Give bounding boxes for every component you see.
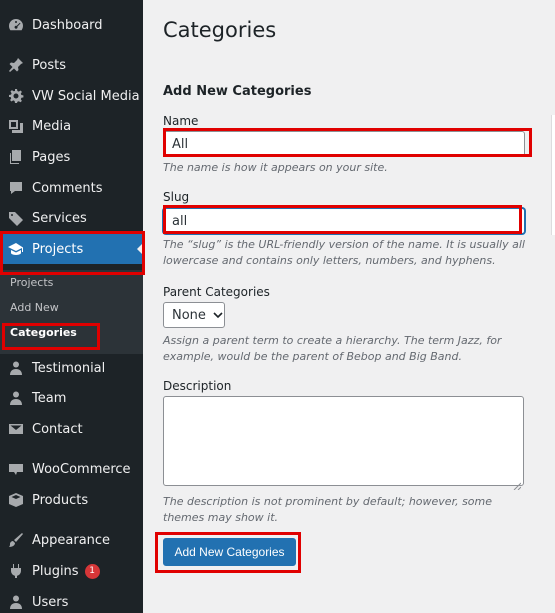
name-input[interactable] (163, 131, 525, 157)
sidebar-item-vw-social-media[interactable]: VW Social Media (0, 81, 143, 111)
description-label: Description (163, 379, 232, 393)
sidebar-item-label: Comments (32, 180, 103, 196)
form-title: Add New Categories (163, 84, 312, 99)
woo-icon (7, 460, 25, 478)
main-content: Categories Add New Categories Name The n… (143, 0, 555, 613)
tag-icon (7, 209, 25, 227)
plugins-update-badge: 1 (84, 563, 100, 579)
description-help-text: The description is not prominent by defa… (163, 495, 493, 524)
resize-grip-icon[interactable] (513, 475, 522, 491)
dashboard-icon (7, 16, 25, 34)
sidebar-item-products[interactable]: Products (0, 485, 143, 515)
parent-category-selected: None (172, 307, 206, 323)
parent-category-help-text: Assign a parent term to create a hierarc… (163, 334, 502, 363)
pin-icon (7, 56, 25, 74)
add-new-category-button[interactable]: Add New Categories (163, 538, 296, 566)
parent-category-select[interactable]: None (163, 302, 225, 328)
comment-icon (7, 179, 25, 197)
sidebar-item-label: Pages (32, 149, 71, 165)
sidebar-item-users[interactable]: Users (0, 587, 143, 613)
sidebar-item-label: Projects (32, 241, 84, 257)
slug-label: Slug (163, 190, 190, 204)
projects-submenu: Projects Add New Categories (0, 270, 143, 354)
sidebar-item-testimonial[interactable]: Testimonial (0, 353, 143, 383)
plug-icon (7, 562, 25, 580)
sidebar-item-label: Media (32, 118, 72, 134)
admin-sidebar: Dashboard Posts VW Social Media Media Pa… (0, 0, 143, 613)
pages-icon (7, 148, 25, 166)
graduation-cap-icon (7, 240, 25, 258)
sidebar-item-label: VW Social Media (32, 88, 140, 104)
sidebar-item-dashboard[interactable]: Dashboard (0, 10, 143, 40)
sidebar-item-label: Plugins (32, 563, 79, 579)
box-icon (7, 491, 25, 509)
sidebar-item-posts[interactable]: Posts (0, 50, 143, 80)
sidebar-item-label: Dashboard (32, 17, 103, 33)
sidebar-item-label: Services (32, 210, 87, 226)
slug-input[interactable] (163, 208, 525, 234)
sidebar-item-appearance[interactable]: Appearance (0, 525, 143, 555)
page-title: Categories (163, 18, 277, 42)
gear-icon (7, 87, 25, 105)
sidebar-item-label: Posts (32, 57, 66, 73)
name-help-text: The name is how it appears on your site. (163, 161, 388, 174)
submenu-item-categories[interactable]: Categories (10, 326, 77, 339)
chevron-down-icon (212, 309, 224, 321)
envelope-icon (7, 420, 25, 438)
sidebar-item-label: Testimonial (32, 360, 106, 376)
sidebar-item-media[interactable]: Media (0, 111, 143, 141)
sidebar-item-label: Products (32, 492, 89, 508)
name-label: Name (163, 114, 199, 128)
submenu-item-projects[interactable]: Projects (10, 276, 53, 289)
slug-help-text: The “slug” is the URL-friendly version o… (163, 238, 525, 267)
person-icon (7, 593, 25, 611)
media-icon (7, 117, 25, 135)
sidebar-item-plugins[interactable]: Plugins 1 (0, 556, 143, 586)
description-textarea[interactable] (163, 396, 524, 491)
person-icon (7, 389, 25, 407)
sidebar-item-label: Appearance (32, 532, 111, 548)
sidebar-item-woocommerce[interactable]: WooCommerce (0, 454, 143, 484)
brush-icon (7, 531, 25, 549)
sidebar-item-comments[interactable]: Comments (0, 173, 143, 203)
person-icon (7, 359, 25, 377)
sidebar-item-label: WooCommerce (32, 461, 131, 477)
sidebar-item-projects[interactable]: Projects (0, 234, 143, 264)
sidebar-item-label: Contact (32, 421, 83, 437)
sidebar-item-pages[interactable]: Pages (0, 142, 143, 172)
sidebar-item-label: Team (32, 390, 67, 406)
list-table-edge (551, 115, 555, 235)
sidebar-item-team[interactable]: Team (0, 383, 143, 413)
sidebar-item-label: Users (32, 594, 69, 610)
sidebar-item-services[interactable]: Services (0, 203, 143, 233)
parent-category-label: Parent Categories (163, 285, 270, 299)
sidebar-item-contact[interactable]: Contact (0, 414, 143, 444)
submenu-item-add-new[interactable]: Add New (10, 301, 59, 314)
